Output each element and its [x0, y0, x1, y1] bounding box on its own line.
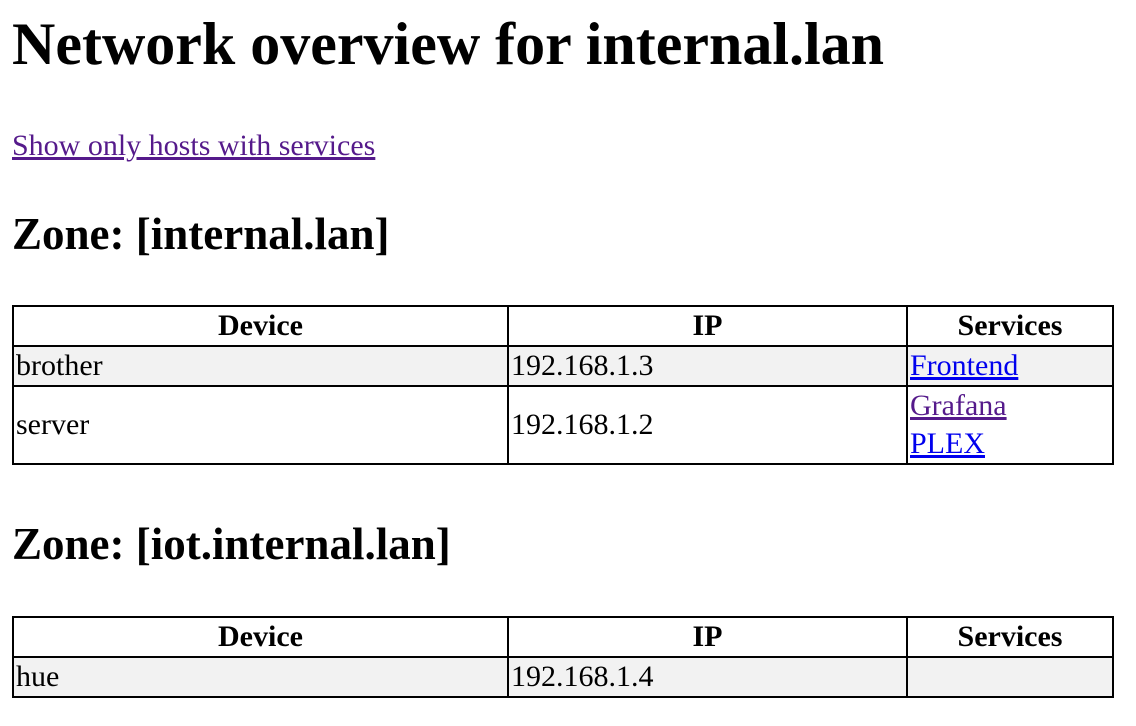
- table-row: server 192.168.1.2 Grafana PLEX: [12, 385, 1114, 465]
- column-header-device: Device: [12, 305, 509, 347]
- zone-title-iot: Zone: [iot.internal.lan]: [12, 519, 451, 569]
- service-link-plex[interactable]: PLEX: [910, 425, 1110, 463]
- device-cell: server: [12, 385, 509, 465]
- show-hosts-with-services-link[interactable]: Show only hosts with services: [12, 128, 375, 164]
- services-cell: [906, 656, 1114, 698]
- column-header-ip: IP: [507, 616, 908, 658]
- services-cell: Frontend: [906, 345, 1114, 387]
- ip-cell: 192.168.1.2: [507, 385, 908, 465]
- column-header-ip: IP: [507, 305, 908, 347]
- service-link-grafana[interactable]: Grafana: [910, 387, 1110, 425]
- services-cell: Grafana PLEX: [906, 385, 1114, 465]
- ip-cell: 192.168.1.4: [507, 656, 908, 698]
- table-header-row: Device IP Services: [12, 616, 1114, 658]
- table-row: brother 192.168.1.3 Frontend: [12, 345, 1114, 387]
- zone-title-internal: Zone: [internal.lan]: [12, 209, 390, 259]
- service-link-frontend[interactable]: Frontend: [910, 347, 1110, 385]
- hosts-table-iot: Device IP Services hue 192.168.1.4: [12, 616, 1114, 698]
- table-row: hue 192.168.1.4: [12, 656, 1114, 698]
- device-cell: hue: [12, 656, 509, 698]
- column-header-device: Device: [12, 616, 509, 658]
- ip-cell: 192.168.1.3: [507, 345, 908, 387]
- hosts-table-internal: Device IP Services brother 192.168.1.3 F…: [12, 305, 1114, 465]
- column-header-services: Services: [906, 305, 1114, 347]
- column-header-services: Services: [906, 616, 1114, 658]
- device-cell: brother: [12, 345, 509, 387]
- page-title: Network overview for internal.lan: [12, 11, 885, 77]
- table-header-row: Device IP Services: [12, 305, 1114, 347]
